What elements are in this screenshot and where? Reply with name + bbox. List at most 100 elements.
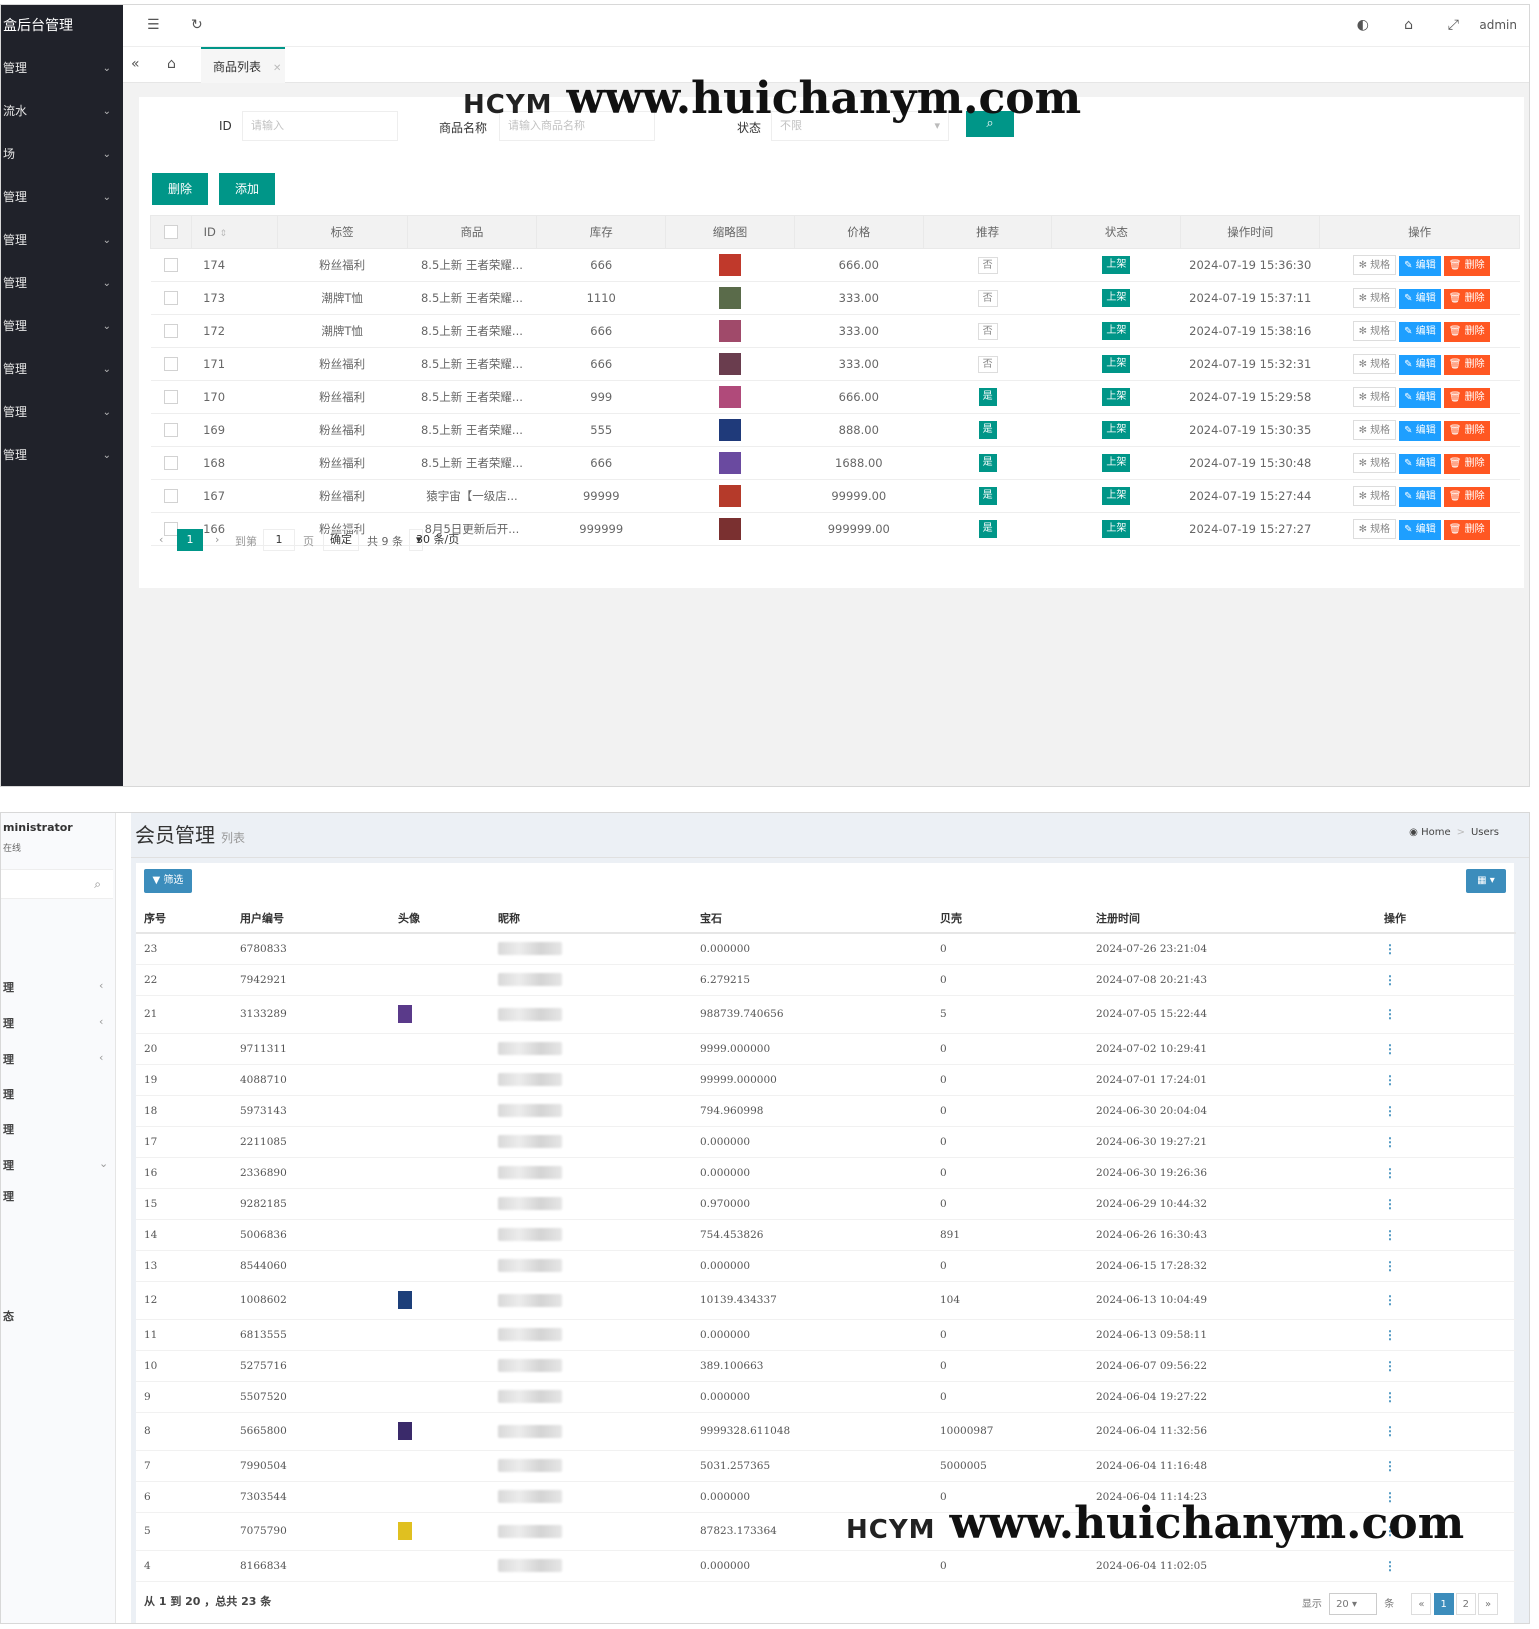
page-1[interactable]: 1 <box>177 529 203 551</box>
sidebar-item[interactable]: 管理 ⌄ <box>1 348 123 391</box>
row-checkbox[interactable] <box>163 291 178 306</box>
row-checkbox[interactable] <box>163 456 178 471</box>
recommend-badge[interactable]: 否 <box>977 289 998 307</box>
row-checkbox[interactable] <box>163 258 178 273</box>
row-checkbox[interactable] <box>163 390 178 405</box>
more-actions-icon[interactable]: ⋮ <box>1384 1197 1396 1211</box>
delete-button[interactable]: 删除 <box>152 173 208 205</box>
recommend-badge[interactable]: 是 <box>978 388 997 406</box>
product-thumbnail[interactable] <box>719 353 742 375</box>
page-2[interactable]: 2 <box>1455 1593 1476 1615</box>
columns-button[interactable]: ▦ ▾ <box>1466 869 1506 893</box>
confirm-button[interactable]: 确定 <box>323 529 359 551</box>
delete-row-button[interactable]: 🗑 删除 <box>1443 321 1490 342</box>
more-actions-icon[interactable]: ⋮ <box>1384 1135 1396 1149</box>
spec-button[interactable]: ✻ 规格 <box>1352 386 1397 407</box>
delete-row-button[interactable]: 🗑 删除 <box>1443 288 1490 309</box>
filter-button[interactable]: ▼ 筛选 <box>144 869 192 893</box>
delete-row-button[interactable]: 🗑 删除 <box>1443 255 1490 276</box>
more-actions-icon[interactable]: ⋮ <box>1384 1042 1396 1056</box>
sidebar-item[interactable]: 理 <box>3 1086 14 1102</box>
sidebar-item[interactable]: 理 ⌄ <box>3 1157 108 1173</box>
edit-button[interactable]: ✎ 编辑 <box>1399 519 1441 540</box>
more-actions-icon[interactable]: ⋮ <box>1384 1228 1396 1242</box>
home-icon[interactable]: ⌂ <box>167 56 176 72</box>
sidebar-item[interactable]: 理 ‹ <box>3 979 103 995</box>
recommend-badge[interactable]: 是 <box>978 454 997 472</box>
admin-user-menu[interactable]: admin <box>1479 18 1517 32</box>
per-page-select[interactable]: 20 ▾ <box>1329 1593 1378 1615</box>
edit-button[interactable]: ✎ 编辑 <box>1399 288 1441 309</box>
sort-icon[interactable]: ⇕ <box>219 229 227 239</box>
id-input[interactable]: 请输入 <box>242 111 398 141</box>
avatar[interactable] <box>398 1422 412 1440</box>
sidebar-item[interactable]: 管理 ⌄ <box>1 434 123 477</box>
delete-row-button[interactable]: 🗑 删除 <box>1443 453 1490 474</box>
sidebar-item[interactable]: 管理 ⌄ <box>1 262 123 305</box>
edit-button[interactable]: ✎ 编辑 <box>1399 486 1441 507</box>
status-badge[interactable]: 上架 <box>1102 421 1131 439</box>
more-actions-icon[interactable]: ⋮ <box>1384 1007 1396 1021</box>
row-checkbox[interactable] <box>163 522 178 537</box>
status-badge[interactable]: 上架 <box>1102 520 1131 538</box>
product-thumbnail[interactable] <box>719 287 742 309</box>
select-all-checkbox[interactable] <box>163 225 178 240</box>
more-actions-icon[interactable]: ⋮ <box>1384 1166 1396 1180</box>
sidebar-item[interactable]: 理 ‹ <box>3 1015 103 1031</box>
edit-button[interactable]: ✎ 编辑 <box>1399 321 1441 342</box>
edit-button[interactable]: ✎ 编辑 <box>1399 255 1441 276</box>
row-checkbox[interactable] <box>163 357 178 372</box>
delete-row-button[interactable]: 🗑 删除 <box>1443 354 1490 375</box>
more-actions-icon[interactable]: ⋮ <box>1384 1390 1396 1404</box>
sidebar-item[interactable]: 管理 ⌄ <box>1 219 123 262</box>
more-actions-icon[interactable]: ⋮ <box>1384 1073 1396 1087</box>
sidebar-item[interactable]: 管理 ⌄ <box>1 305 123 348</box>
tag-icon[interactable]: ⌂ <box>1404 17 1413 33</box>
row-checkbox[interactable] <box>163 423 178 438</box>
recommend-badge[interactable]: 是 <box>978 487 997 505</box>
tab-product-list[interactable]: 商品列表 ✕ <box>201 47 285 83</box>
page-input[interactable]: 1 <box>263 529 295 551</box>
more-actions-icon[interactable]: ⋮ <box>1384 973 1396 987</box>
more-actions-icon[interactable]: ⋮ <box>1384 1259 1396 1273</box>
more-actions-icon[interactable]: ⋮ <box>1384 1293 1396 1307</box>
delete-row-button[interactable]: 🗑 删除 <box>1443 420 1490 441</box>
avatar[interactable] <box>398 1005 412 1023</box>
tabs-left-icon[interactable]: « <box>131 56 140 72</box>
spec-button[interactable]: ✻ 规格 <box>1352 518 1397 539</box>
avatar[interactable] <box>398 1522 412 1540</box>
more-actions-icon[interactable]: ⋮ <box>1384 1459 1396 1473</box>
sidebar-item[interactable]: 场 ⌄ <box>1 133 123 176</box>
product-thumbnail[interactable] <box>719 419 742 441</box>
edit-button[interactable]: ✎ 编辑 <box>1399 387 1441 408</box>
status-badge[interactable]: 上架 <box>1102 355 1131 373</box>
menu-toggle-icon[interactable]: ☰ <box>147 17 160 33</box>
status-badge[interactable]: 上架 <box>1102 256 1131 274</box>
status-badge[interactable]: 上架 <box>1102 289 1131 307</box>
recommend-badge[interactable]: 否 <box>977 322 998 340</box>
sidebar-item[interactable]: 理 ‹ <box>3 1051 103 1067</box>
product-thumbnail[interactable] <box>719 518 742 540</box>
recommend-badge[interactable]: 否 <box>977 355 998 373</box>
sidebar-item[interactable]: 理 <box>3 1121 14 1137</box>
fullscreen-icon[interactable]: ⤢ <box>1448 17 1459 33</box>
sidebar-item[interactable]: 管理 ⌄ <box>1 176 123 219</box>
prev-page-icon[interactable]: ‹ <box>159 533 163 546</box>
edit-button[interactable]: ✎ 编辑 <box>1399 354 1441 375</box>
delete-row-button[interactable]: 🗑 删除 <box>1443 519 1490 540</box>
sidebar-item[interactable]: 管理 ⌄ <box>1 47 123 90</box>
more-actions-icon[interactable]: ⋮ <box>1384 1328 1396 1342</box>
next-page-button[interactable]: » <box>1478 1593 1498 1615</box>
sidebar-item[interactable]: 理 <box>3 1188 14 1204</box>
edit-button[interactable]: ✎ 编辑 <box>1399 453 1441 474</box>
recommend-badge[interactable]: 否 <box>977 256 998 274</box>
more-actions-icon[interactable]: ⋮ <box>1384 1104 1396 1118</box>
add-button[interactable]: 添加 <box>219 173 275 205</box>
sidebar-item[interactable]: 管理 ⌄ <box>1 391 123 434</box>
recommend-badge[interactable]: 是 <box>978 421 997 439</box>
status-badge[interactable]: 上架 <box>1102 454 1131 472</box>
avatar[interactable] <box>398 1291 412 1309</box>
more-actions-icon[interactable]: ⋮ <box>1384 1424 1396 1438</box>
crumb-home[interactable]: Home <box>1421 827 1451 838</box>
more-actions-icon[interactable]: ⋮ <box>1384 1359 1396 1373</box>
